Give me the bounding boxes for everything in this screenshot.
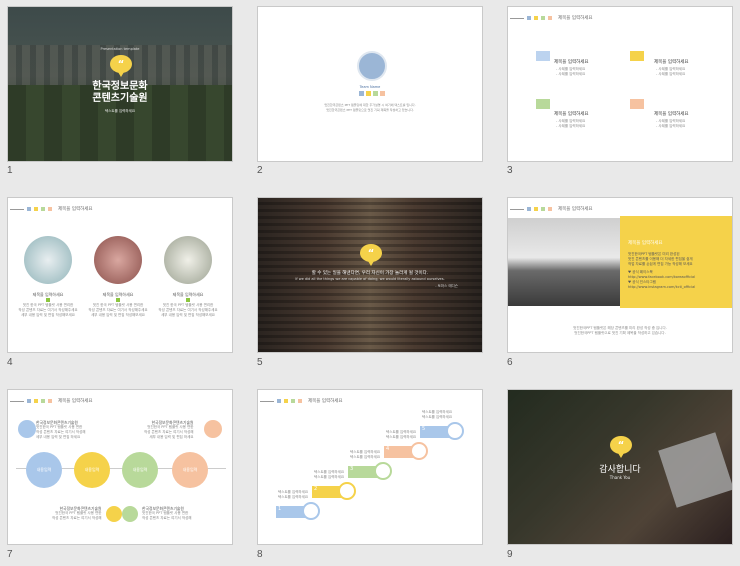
thanks-title: 감사합니다 — [599, 465, 641, 475]
half-circle-blue — [18, 420, 36, 438]
slide-header: 제목을 입력하세요 — [10, 206, 93, 212]
slide-thumbnail-3[interactable]: 제목을 입력하세요 제목을 입력하세요 - 사례를 입력하세요 - 사례를 입력하… — [507, 6, 733, 162]
slide6-bottom-text: 멋진한국PPT 템플릿은 해당 콘텐츠를 미리 완성 작성 중 입니다. 멋진한국… — [573, 326, 667, 335]
half-circle-peach — [204, 420, 222, 438]
slide-number-2: 2 — [257, 165, 263, 176]
info-panel: 제목을 입력하세요 멋진한국PPT 템플릿은 미리 완성된 멋진 콘텐츠를 이용해… — [620, 216, 732, 308]
slide-thumbnail-7[interactable]: 제목을 입력하세요 한국정보문화콘텐츠기술원 멋진한국 PPT 템플릿 사용 편한… — [7, 389, 233, 545]
column-3-text: 제목을 입력하세요 멋진 한국 PPT 템플릿 사용 편리한 작성 콘텐츠 자료는 … — [158, 292, 218, 317]
point-lines-2: - 사례를 입력하세요 - 사례를 입력하세요 — [656, 67, 686, 76]
point-tag-3 — [536, 99, 550, 109]
process-circle-1: 내용입력 — [26, 452, 62, 488]
top-right-text: 한국정보문화콘텐츠기술원 멋진한국 PPT 템플릿 사용 편한 작성 콘텐츠 자료는… — [144, 420, 194, 439]
slide-number-9: 9 — [507, 549, 513, 560]
slide-header: 제목을 입력하세요 — [260, 398, 343, 404]
photo-circle-3 — [164, 236, 212, 284]
slide-number-1: 1 — [7, 165, 13, 176]
bottom-right-text: 한국정보문화콘텐츠기술원 멋진한국 PPT 템플릿 사용 편한 작성 콘텐츠 자료는… — [142, 506, 192, 520]
slide-thumbnail-1[interactable]: Presentation template “ 한국정보문화 콘텐츠기술원 텍스트… — [7, 6, 233, 162]
slide-number-8: 8 — [257, 549, 263, 560]
slide-header: 제목을 입력하세요 — [10, 398, 93, 404]
top-left-text: 한국정보문화콘텐츠기술원 멋진한국 PPT 템플릿 사용 편한 작성 콘텐츠 자료는… — [36, 420, 86, 439]
city-image — [508, 218, 620, 306]
slide-number-6: 6 — [507, 357, 513, 368]
team-description: 멋진한국콘텐츠 PPT 템플릿에 대한 추가설명 시 여기에 텍스트를 입니다.… — [324, 103, 416, 112]
step-text-2: 텍스트를 입력하세요 텍스트를 입력하세요 — [314, 470, 345, 479]
process-circle-4: 내용입력 — [172, 452, 208, 488]
step-icon-2 — [338, 482, 356, 500]
slide-number-3: 3 — [507, 165, 513, 176]
presentation-label: Presentation template — [100, 47, 140, 51]
bottom-left-text: 한국정보문화콘텐츠기술원 멋진한국 PPT 템플릿 사용 편한 작성 콘텐츠 자료는… — [52, 506, 102, 520]
quote-english: If we did all the things we are capable … — [295, 277, 445, 281]
team-name: Team Name — [359, 85, 381, 89]
quote-bubble-icon: “ — [110, 55, 132, 77]
quote-korean: 할 수 있는 일을 해낸다면, 우리 자신이 가장 놀라게 될 것이다. — [311, 271, 429, 276]
step-text-5: 텍스트를 입력하세요 텍스트를 입력하세요 — [422, 410, 453, 419]
step-icon-3 — [374, 462, 392, 480]
slide-number-4: 4 — [7, 357, 13, 368]
half-circle-green — [122, 506, 138, 522]
team-globe-icon — [357, 51, 387, 81]
info-body: 멋진한국PPT 템플릿은 미리 완성된 멋진 콘텐츠를 이용해 더 자세한 편집을… — [628, 252, 696, 289]
cover-subtitle: 텍스트를 입력하세요 — [104, 109, 136, 113]
quote-bubble-icon: “ — [360, 244, 382, 266]
cover-title: 한국정보문화 콘텐츠기술원 — [92, 81, 148, 104]
process-circle-3: 내용입력 — [122, 452, 158, 488]
photo-circle-1 — [24, 236, 72, 284]
info-title: 제목을 입력하세요 — [628, 241, 663, 246]
slide-thumbnail-6[interactable]: 제목을 입력하세요 제목을 입력하세요 멋진한국PPT 템플릿은 미리 완성된 멋… — [507, 197, 733, 353]
point-tag-4 — [630, 99, 644, 109]
point-lines-1: - 사례를 입력하세요 - 사례를 입력하세요 — [556, 67, 586, 76]
slide-thumbnail-8[interactable]: 제목을 입력하세요 1 텍스트를 입력하세요 텍스트를 입력하세요 2 텍스트를 … — [257, 389, 483, 545]
step-icon-5 — [446, 422, 464, 440]
point-title-2: 제목을 입력하세요 — [654, 60, 689, 65]
step-text-3: 텍스트를 입력하세요 텍스트를 입력하세요 — [350, 450, 381, 459]
photo-circle-2 — [94, 236, 142, 284]
slide-thumbnail-4[interactable]: 제목을 입력하세요 제목을 입력하세요 멋진 한국 PPT 템플릿 사용 편리한 작… — [7, 197, 233, 353]
quote-bubble-icon: “ — [610, 436, 632, 458]
column-2-text: 제목을 입력하세요 멋진 한국 PPT 템플릿 사용 편리한 작성 콘텐츠 자료는 … — [88, 292, 148, 317]
color-squares — [359, 91, 385, 96]
point-tag-1 — [536, 51, 550, 61]
slide-thumbnail-5[interactable]: “ 할 수 있는 일을 해낸다면, 우리 자신이 가장 놀라게 될 것이다. I… — [257, 197, 483, 353]
point-lines-3: - 사례를 입력하세요 - 사례를 입력하세요 — [556, 119, 586, 128]
process-circle-2: 내용입력 — [74, 452, 110, 488]
step-icon-4 — [410, 442, 428, 460]
slide-number-5: 5 — [257, 357, 263, 368]
slide-header: 제목을 입력하세요 — [510, 15, 593, 21]
point-tag-2 — [630, 51, 644, 61]
column-1-text: 제목을 입력하세요 멋진 한국 PPT 템플릿 사용 편리한 작성 콘텐츠 자료는 … — [18, 292, 78, 317]
slide-thumbnail-9[interactable]: “ 감사합니다 Thank You — [507, 389, 733, 545]
point-title-4: 제목을 입력하세요 — [654, 112, 689, 117]
step-text-1: 텍스트를 입력하세요 텍스트를 입력하세요 — [278, 490, 309, 499]
quote-author: - 토마스 에디슨 — [435, 284, 458, 288]
step-text-4: 텍스트를 입력하세요 텍스트를 입력하세요 — [386, 430, 417, 439]
thanks-subtitle: Thank You — [609, 475, 631, 480]
point-title-1: 제목을 입력하세요 — [554, 60, 589, 65]
slide-number-7: 7 — [7, 549, 13, 560]
half-circle-yellow — [106, 506, 122, 522]
point-title-3: 제목을 입력하세요 — [554, 112, 589, 117]
slide-header: 제목을 입력하세요 — [510, 206, 593, 212]
slide-thumbnail-2[interactable]: Team Name 멋진한국콘텐츠 PPT 템플릿에 대한 추가설명 시 여기에… — [257, 6, 483, 162]
step-icon-1 — [302, 502, 320, 520]
point-lines-4: - 사례를 입력하세요 - 사례를 입력하세요 — [656, 119, 686, 128]
